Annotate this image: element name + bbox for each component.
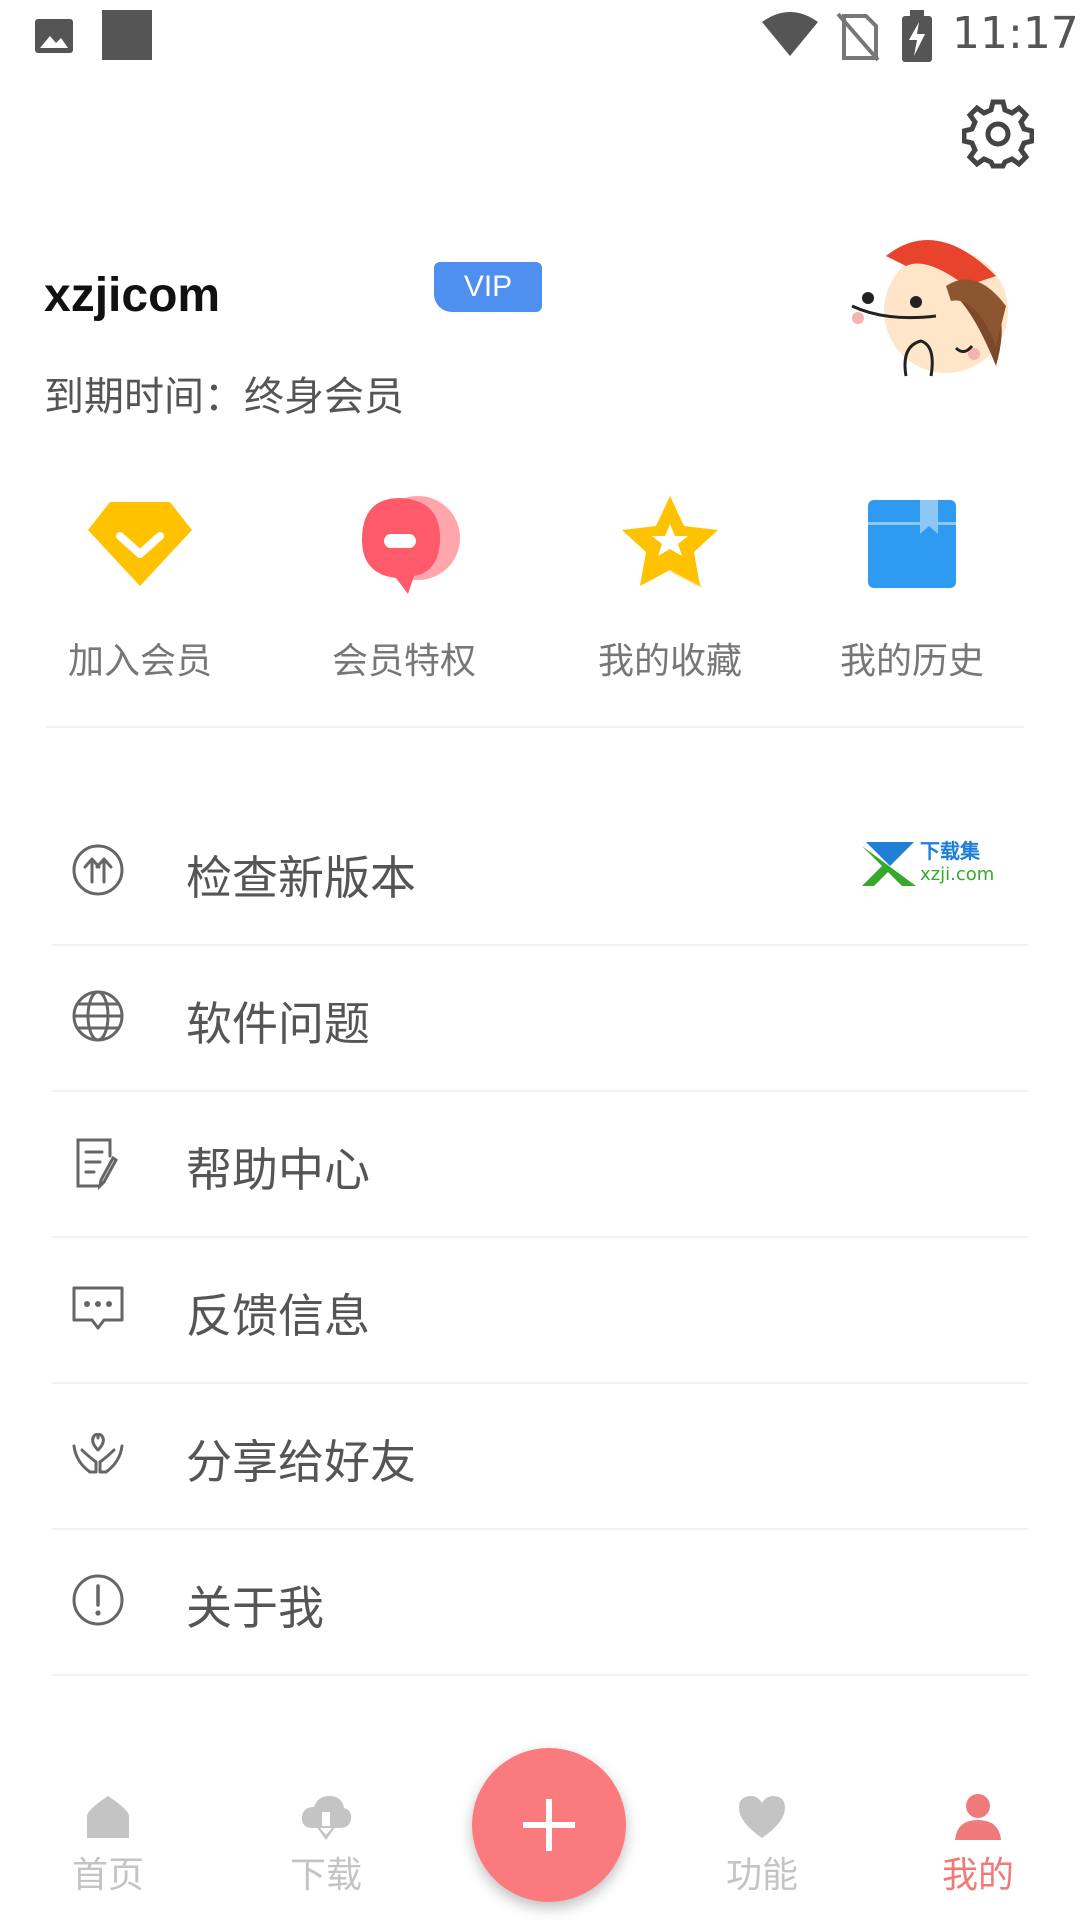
menu-label: 软件问题: [186, 997, 370, 1051]
add-button[interactable]: [472, 1748, 626, 1902]
gear-icon[interactable]: [962, 98, 1034, 170]
menu-label: 反馈信息: [186, 1289, 370, 1343]
join-member-button[interactable]: 加入会员: [40, 490, 240, 684]
xzji-watermark-logo: 下载集 xzji.com: [862, 839, 994, 886]
my-history-label: 我的历史: [839, 641, 984, 682]
bookmark-box-icon: [868, 500, 956, 588]
no-sim-icon: [836, 12, 880, 62]
menu-label: 检查新版本: [186, 851, 416, 905]
nav-label: 功能: [725, 1855, 798, 1896]
info-circle-icon: [72, 1574, 124, 1626]
watermark-title: 下载集: [920, 839, 981, 863]
nav-mine[interactable]: 我的: [908, 1790, 1048, 1898]
user-icon: [955, 1794, 1001, 1840]
document-edit-icon: [76, 1138, 118, 1190]
globe-icon: [72, 990, 124, 1042]
clock-time: 11:17: [952, 8, 1079, 59]
hands-heart-icon: [72, 1432, 124, 1474]
membership-expiry: 到期时间：终身会员: [44, 374, 404, 420]
home-icon: [87, 1796, 129, 1838]
nav-label: 下载: [289, 1855, 362, 1896]
diamond-icon: [88, 502, 192, 586]
menu-item-check-update[interactable]: 检查新版本 下载集 xzji.com: [52, 800, 1028, 946]
settings-menu: 检查新版本 下载集 xzji.com 软件问题 帮助中心 反馈信息 分享给好友 …: [52, 800, 1028, 1676]
chat-bubble-icon: [362, 496, 460, 594]
my-favorites-label: 我的收藏: [597, 641, 742, 682]
nav-home[interactable]: 首页: [38, 1790, 178, 1898]
menu-label: 帮助中心: [186, 1143, 370, 1197]
nav-label: 我的: [941, 1855, 1014, 1896]
message-dots-icon: [72, 1286, 124, 1330]
my-favorites-button[interactable]: 我的收藏: [570, 490, 770, 684]
notification-square-icon: [102, 10, 152, 60]
menu-item-share[interactable]: 分享给好友: [52, 1384, 1028, 1530]
nav-features[interactable]: 功能: [692, 1790, 832, 1898]
avatar[interactable]: [846, 226, 1016, 396]
section-divider: [46, 726, 1024, 728]
menu-item-software-issues[interactable]: 软件问题: [52, 946, 1028, 1092]
wifi-icon: [762, 12, 818, 56]
quick-actions: 加入会员 会员特权 我的收藏 我的历史: [0, 490, 1080, 690]
menu-label: 关于我: [186, 1581, 324, 1635]
plus-icon: [523, 1799, 575, 1851]
join-member-label: 加入会员: [67, 641, 212, 682]
username: xzjicom: [44, 269, 221, 322]
image-icon: [35, 19, 73, 53]
watermark-domain: xzji.com: [920, 864, 994, 885]
vip-badge: VIP: [434, 262, 542, 312]
member-privileges-button[interactable]: 会员特权: [304, 490, 504, 684]
menu-item-help-center[interactable]: 帮助中心: [52, 1092, 1028, 1238]
nav-label: 首页: [71, 1855, 144, 1896]
menu-item-about-me[interactable]: 关于我: [52, 1530, 1028, 1676]
menu-label: 分享给好友: [186, 1435, 416, 1489]
update-arrows-icon: [72, 844, 124, 896]
cloud-download-icon: [301, 1796, 352, 1840]
heart-icon: [739, 1796, 785, 1838]
menu-item-feedback[interactable]: 反馈信息: [52, 1238, 1028, 1384]
battery-charging-icon: [902, 10, 932, 62]
star-icon: [622, 496, 718, 588]
nav-download[interactable]: 下载: [256, 1790, 396, 1898]
status-bar: 11:17: [0, 0, 1080, 78]
member-privileges-label: 会员特权: [331, 641, 476, 682]
my-history-button[interactable]: 我的历史: [812, 490, 1012, 684]
